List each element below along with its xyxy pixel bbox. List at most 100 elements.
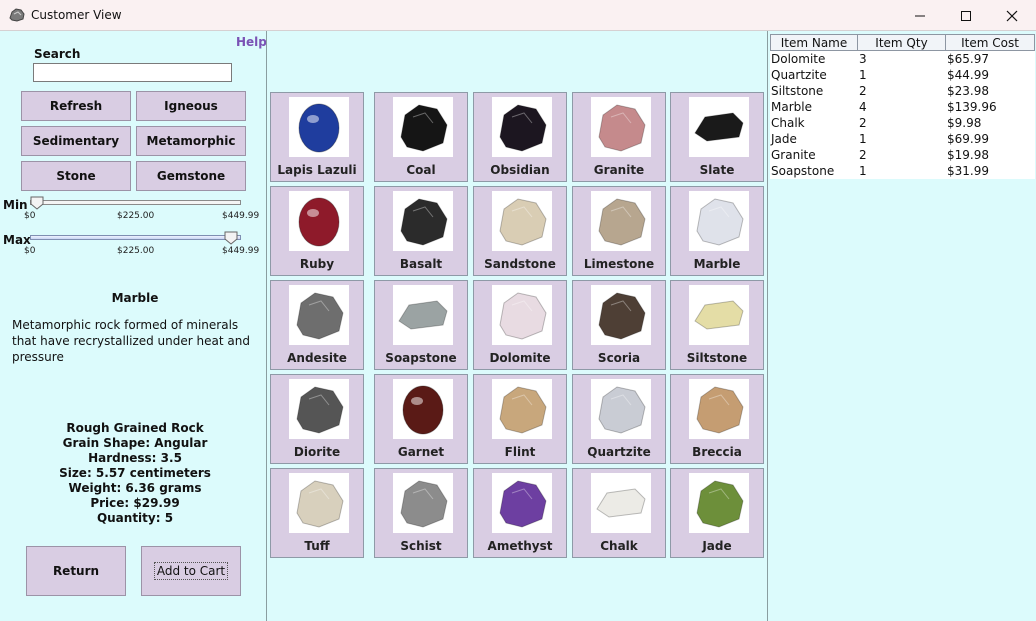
rock-image [689, 97, 749, 157]
rock-tile-label: Soapstone [385, 351, 457, 365]
rock-grain-shape: Grain Shape: Angular [62, 436, 208, 450]
rock-tile-label: Flint [504, 445, 536, 459]
rock-tile[interactable]: Soapstone [374, 280, 468, 370]
rock-tile[interactable]: Breccia [670, 374, 764, 464]
rock-image [689, 473, 749, 533]
close-button[interactable] [989, 0, 1035, 31]
rock-tile-label: Slate [699, 163, 735, 177]
rock-detail-name: Marble [111, 291, 159, 305]
rock-tile-label: Jade [702, 539, 732, 553]
min-slider-label: Min [3, 198, 28, 212]
rock-tile[interactable]: Diorite [270, 374, 364, 464]
rock-tile[interactable]: Flint [473, 374, 567, 464]
stone-filter-button[interactable]: Stone [21, 161, 131, 191]
rock-tile[interactable]: Garnet [374, 374, 468, 464]
rock-image [591, 285, 651, 345]
rock-image [591, 191, 651, 251]
min-slider-tick-low: $0 [24, 211, 36, 221]
column-header-item-cost[interactable]: Item Cost [945, 34, 1035, 51]
rock-tile-label: Lapis Lazuli [277, 163, 357, 177]
rock-tile[interactable]: Sandstone [473, 186, 567, 276]
igneous-filter-button[interactable]: Igneous [136, 91, 246, 121]
rock-tile[interactable]: Jade [670, 468, 764, 558]
rock-tile[interactable]: Siltstone [670, 280, 764, 370]
rock-tile-label: Tuff [304, 539, 330, 553]
rock-tile[interactable]: Scoria [572, 280, 666, 370]
table-row[interactable]: Granite 2 $19.98 [770, 147, 1035, 163]
table-row[interactable]: Quartzite 1 $44.99 [770, 67, 1035, 83]
rock-tile[interactable]: Coal [374, 92, 468, 182]
cart-item-name: Dolomite [771, 52, 826, 66]
rock-tile-label: Marble [693, 257, 741, 271]
minimize-button[interactable] [897, 0, 943, 31]
rock-image [492, 97, 552, 157]
sedimentary-filter-button[interactable]: Sedimentary [21, 126, 131, 156]
column-header-item-name[interactable]: Item Name [770, 34, 858, 51]
cart-item-qty: 3 [859, 52, 867, 66]
min-slider-thumb[interactable] [30, 196, 44, 210]
rock-price: Price: $29.99 [90, 496, 180, 510]
metamorphic-filter-button[interactable]: Metamorphic [136, 126, 246, 156]
rock-image [689, 191, 749, 251]
rock-tile[interactable]: Slate [670, 92, 764, 182]
rock-image [289, 191, 349, 251]
table-row[interactable]: Jade 1 $69.99 [770, 131, 1035, 147]
cart-item-qty: 2 [859, 84, 867, 98]
help-link[interactable]: Help [236, 35, 267, 49]
cart-item-qty: 1 [859, 68, 867, 82]
rock-image [289, 379, 349, 439]
table-row[interactable]: Marble 4 $139.96 [770, 99, 1035, 115]
cart-item-name: Granite [771, 148, 816, 162]
rock-tile[interactable]: Ruby [270, 186, 364, 276]
rock-tile[interactable]: Obsidian [473, 92, 567, 182]
table-row[interactable]: Dolomite 3 $65.97 [770, 51, 1035, 67]
return-button[interactable]: Return [26, 546, 126, 596]
search-input[interactable] [33, 63, 232, 82]
table-row[interactable]: Siltstone 2 $23.98 [770, 83, 1035, 99]
maximize-icon [961, 10, 971, 21]
rock-tile[interactable]: Limestone [572, 186, 666, 276]
window-title: Customer View [31, 8, 122, 22]
rock-tile[interactable]: Basalt [374, 186, 468, 276]
cart-item-name: Chalk [771, 116, 805, 130]
rock-tile[interactable]: Dolomite [473, 280, 567, 370]
cart-item-cost: $44.99 [947, 68, 989, 82]
rock-tile-label: Sandstone [484, 257, 556, 271]
rock-tile[interactable]: Andesite [270, 280, 364, 370]
maximize-button[interactable] [943, 0, 989, 31]
rock-image [289, 285, 349, 345]
rock-tile-label: Granite [593, 163, 645, 177]
cart-item-name: Jade [771, 132, 797, 146]
rock-image [591, 379, 651, 439]
cart-item-cost: $139.96 [947, 100, 997, 114]
rock-tile[interactable]: Quartzite [572, 374, 666, 464]
column-header-item-qty[interactable]: Item Qty [857, 34, 946, 51]
rock-properties: Rough Grained Rock Grain Shape: Angular … [0, 421, 270, 526]
rock-tile[interactable]: Tuff [270, 468, 364, 558]
rock-quantity: Quantity: 5 [96, 511, 174, 525]
rock-tile[interactable]: Chalk [572, 468, 666, 558]
search-label: Search [34, 47, 81, 61]
min-price-slider[interactable] [30, 200, 241, 205]
rock-tile[interactable]: Marble [670, 186, 764, 276]
cart-panel: Item Name Item Qty Item Cost Dolomite 3 $6… [768, 31, 1036, 621]
rock-tile[interactable]: Schist [374, 468, 468, 558]
refresh-button[interactable]: Refresh [21, 91, 131, 121]
add-to-cart-button[interactable]: Add to Cart [141, 546, 241, 596]
rock-tile-label: Siltstone [686, 351, 748, 365]
title-bar: Customer View [0, 0, 1036, 31]
rock-tile[interactable]: Granite [572, 92, 666, 182]
rock-tile-label: Breccia [692, 445, 742, 459]
rock-image [289, 97, 349, 157]
table-row[interactable]: Chalk 2 $9.98 [770, 115, 1035, 131]
rock-tile[interactable]: Amethyst [473, 468, 567, 558]
rock-image [689, 285, 749, 345]
rock-tile-label: Chalk [600, 539, 638, 553]
max-slider-thumb[interactable] [224, 231, 238, 245]
rock-tile[interactable]: Lapis Lazuli [270, 92, 364, 182]
gemstone-filter-button[interactable]: Gemstone [136, 161, 246, 191]
close-icon [1006, 10, 1018, 21]
rock-tile-label: Garnet [397, 445, 445, 459]
max-price-slider[interactable] [30, 235, 241, 240]
table-row[interactable]: Soapstone 1 $31.99 [770, 163, 1035, 179]
